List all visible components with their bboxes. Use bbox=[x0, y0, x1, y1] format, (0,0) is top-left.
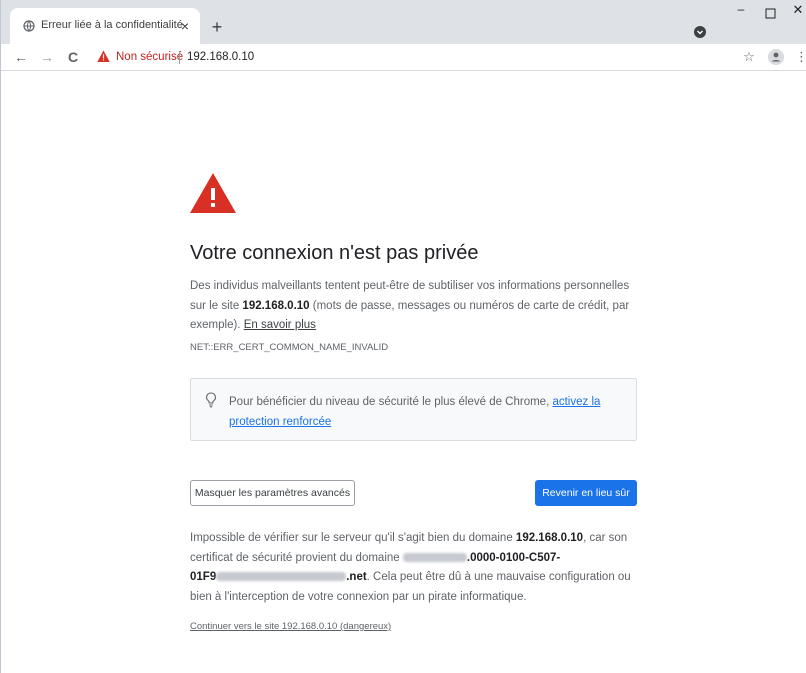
intro-host: 192.168.0.10 bbox=[242, 299, 310, 312]
account-avatar-icon[interactable] bbox=[768, 49, 784, 65]
back-to-safety-button[interactable]: Revenir en lieu sûr bbox=[535, 480, 637, 506]
maximize-button[interactable] bbox=[761, 4, 781, 24]
hide-advanced-button[interactable]: Masquer les paramètres avancés bbox=[190, 480, 355, 506]
tip-text: Pour bénéficier du niveau de sécurité le… bbox=[229, 396, 601, 428]
error-code: NET::ERR_CERT_COMMON_NAME_INVALID bbox=[190, 342, 389, 353]
enhanced-protection-tip: Pour bénéficier du niveau de sécurité le… bbox=[190, 378, 637, 441]
browser-window: Erreur liée à la confidentialité × + – ✕… bbox=[0, 0, 806, 673]
forward-button[interactable]: → bbox=[37, 47, 57, 67]
address-bar[interactable]: Non sécurisé 192.168.0.10 bbox=[93, 47, 753, 68]
advanced-details: Impossible de vérifier sur le serveur qu… bbox=[190, 532, 631, 603]
close-window-button[interactable]: ✕ bbox=[789, 2, 806, 22]
intro-paragraph: Des individus malveillants tentent peut-… bbox=[190, 280, 630, 331]
tab-search-icon[interactable] bbox=[694, 26, 706, 38]
toolbar: ← → C Non sécurisé 192.168.0.10 ☆ ⋮ bbox=[1, 44, 806, 71]
tab-title: Erreur liée à la confidentialité bbox=[41, 19, 183, 31]
back-button[interactable]: ← bbox=[11, 47, 31, 67]
learn-more-link[interactable]: En savoir plus bbox=[244, 319, 316, 331]
omnibox-divider bbox=[179, 51, 180, 64]
security-status-label[interactable]: Non sécurisé bbox=[116, 51, 183, 63]
globe-icon bbox=[23, 20, 35, 32]
lightbulb-icon bbox=[206, 392, 216, 408]
minimize-button[interactable]: – bbox=[731, 2, 751, 22]
tab-privacy-error[interactable]: Erreur liée à la confidentialité × bbox=[10, 8, 200, 44]
new-tab-button[interactable]: + bbox=[206, 16, 228, 38]
not-secure-warning-icon[interactable] bbox=[97, 50, 110, 63]
url-text[interactable]: 192.168.0.10 bbox=[187, 51, 254, 63]
tab-close-icon[interactable]: × bbox=[174, 15, 196, 37]
page-title: Votre connexion n'est pas privée bbox=[190, 242, 479, 264]
tab-strip: Erreur liée à la confidentialité × + – ✕ bbox=[1, 0, 806, 44]
reload-button[interactable]: C bbox=[63, 47, 83, 67]
redacted-text bbox=[402, 552, 467, 562]
redacted-text bbox=[216, 572, 347, 582]
bookmark-star-icon[interactable]: ☆ bbox=[739, 47, 759, 67]
warning-triangle-icon bbox=[190, 173, 236, 213]
proceed-unsafe-link[interactable]: Continuer vers le site 192.168.0.10 (dan… bbox=[190, 621, 391, 632]
interstitial-page: Votre connexion n'est pas privée Des ind… bbox=[1, 72, 806, 673]
browser-menu-icon[interactable]: ⋮ bbox=[795, 47, 806, 67]
